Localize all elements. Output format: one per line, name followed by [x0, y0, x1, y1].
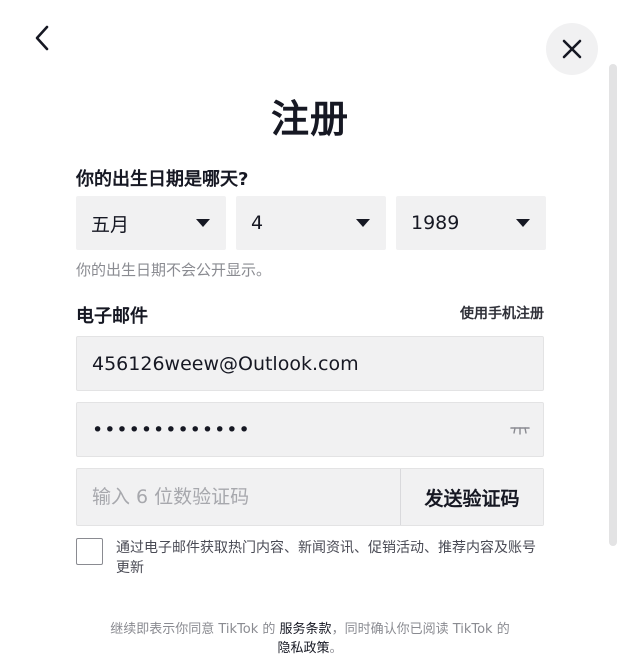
chevron-left-icon — [35, 25, 49, 51]
eye-closed-icon — [510, 426, 530, 435]
close-button[interactable] — [546, 23, 598, 75]
month-select[interactable]: 五月 — [76, 196, 226, 250]
password-field-wrapper — [76, 402, 544, 457]
legal-middle: ，同时确认你已阅读 TikTok 的 — [331, 622, 510, 637]
year-value: 1989 — [411, 212, 460, 234]
password-input[interactable] — [77, 403, 497, 456]
email-label: 电子邮件 — [76, 306, 148, 327]
legal-notice: 继续即表示你同意 TikTok 的 服务条款，同时确认你已阅读 TikTok 的… — [76, 620, 544, 658]
year-select[interactable]: 1989 — [396, 196, 546, 250]
caret-down-icon — [516, 219, 530, 227]
terms-link[interactable]: 服务条款 — [280, 622, 332, 637]
code-field-wrapper: 发送验证码 — [76, 468, 544, 526]
email-field-wrapper — [76, 336, 544, 391]
marketing-consent-label: 通过电子邮件获取热门内容、新闻资讯、促销活动、推荐内容及账号更新 — [116, 540, 536, 576]
use-phone-link[interactable]: 使用手机注册 — [460, 303, 544, 323]
dob-label: 你的出生日期是哪天? — [76, 169, 249, 190]
dob-hint: 你的出生日期不会公开显示。 — [76, 261, 272, 279]
send-code-button[interactable]: 发送验证码 — [400, 469, 543, 525]
signup-dialog: 注册 你的出生日期是哪天? 五月 4 1989 你的出生日期不会公开显示。 电子… — [0, 0, 642, 668]
page-title: 注册 — [270, 97, 349, 141]
legal-suffix: 。 — [329, 641, 343, 656]
day-select[interactable]: 4 — [236, 196, 386, 250]
marketing-consent-checkbox[interactable] — [76, 538, 103, 565]
close-icon — [562, 39, 582, 59]
back-button[interactable] — [26, 22, 58, 54]
month-value: 五月 — [91, 213, 130, 236]
day-value: 4 — [251, 212, 264, 234]
password-toggle-button[interactable] — [497, 403, 543, 456]
legal-prefix: 继续即表示你同意 TikTok 的 — [110, 622, 280, 637]
caret-down-icon — [356, 219, 370, 227]
privacy-link[interactable]: 隐私政策 — [277, 641, 329, 656]
verification-code-input[interactable] — [77, 469, 400, 525]
caret-down-icon — [196, 219, 210, 227]
email-input[interactable] — [77, 337, 543, 390]
